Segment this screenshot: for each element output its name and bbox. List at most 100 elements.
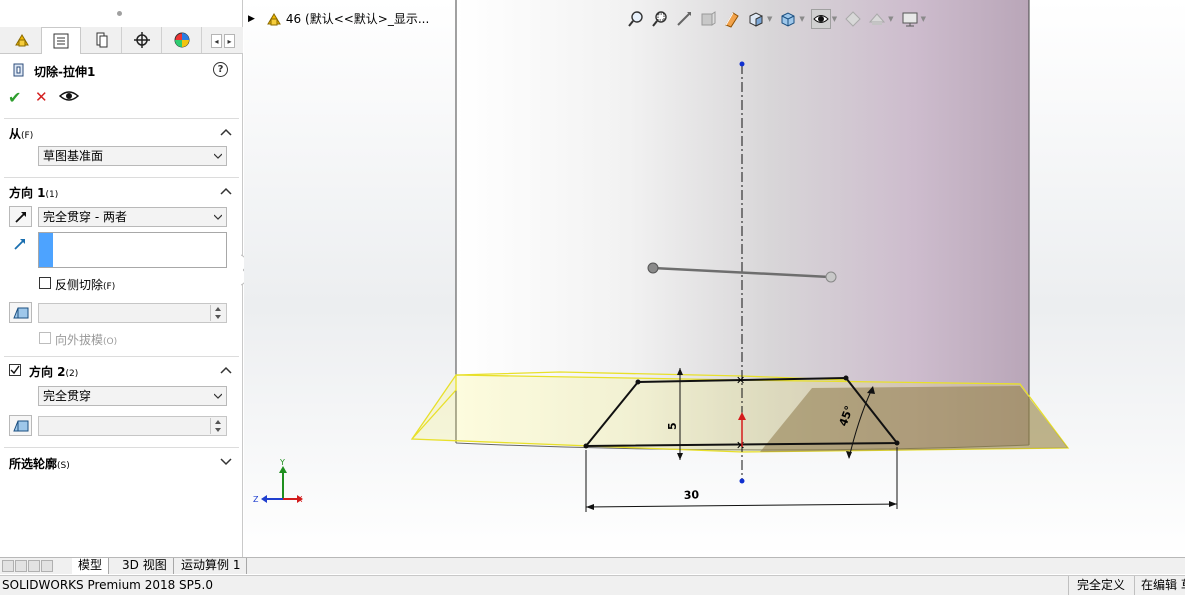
section-direction2-shortcut: (2) <box>65 369 79 379</box>
dimxpert-icon <box>133 32 150 48</box>
expand-arrow-icon[interactable]: ▶ <box>248 14 255 24</box>
tab-model[interactable]: 模型 <box>72 558 110 574</box>
tab-motion-study-1[interactable]: 运动算例 1 <box>175 558 248 574</box>
zoom-to-area-icon[interactable] <box>650 9 670 29</box>
draft2-angle-spinbox[interactable] <box>38 416 227 436</box>
last-tab-arrow[interactable] <box>41 560 53 572</box>
editing-mode-status[interactable]: 在编辑 草图 <box>1134 576 1185 595</box>
ok-check-icon[interactable]: ✔ <box>8 88 21 107</box>
section-from-header[interactable]: 从(F) <box>9 125 33 142</box>
dimension-height-label[interactable]: 5 <box>666 422 679 430</box>
tab-3d-view[interactable]: 3D 视图 <box>116 558 174 574</box>
zoom-to-fit-icon[interactable] <box>626 9 646 29</box>
first-tab-arrow[interactable] <box>2 560 14 572</box>
part-name-breadcrumb: 46 (默认<<默认>_显示... <box>285 12 430 26</box>
tab-scroll-right[interactable]: ▸ <box>224 34 235 48</box>
collapse-direction1-chevron-up-icon[interactable] <box>220 187 232 195</box>
spin-arrows[interactable] <box>210 305 225 321</box>
triad-x-label: X <box>297 495 303 504</box>
expand-contours-chevron-down-icon[interactable] <box>220 458 232 466</box>
tab-feature-manager[interactable] <box>2 27 42 53</box>
previous-view-icon[interactable] <box>674 9 694 29</box>
section-from-shortcut: (F) <box>21 131 34 141</box>
section-divider <box>4 177 239 178</box>
draft-angle-spinbox[interactable] <box>38 303 227 323</box>
section-view-icon[interactable] <box>698 9 718 29</box>
tab-property-manager[interactable] <box>41 27 81 54</box>
feature-title: 切除-拉伸1 <box>34 65 96 79</box>
section-direction2-header[interactable]: 方向 2(2) <box>29 363 78 380</box>
apply-scene-icon[interactable] <box>867 9 887 29</box>
direction2-end-condition-select[interactable]: 完全贯穿 <box>38 386 227 406</box>
tab-scroll-left[interactable]: ◂ <box>211 34 222 48</box>
section-contours-header[interactable]: 所选轮廓(S) <box>9 455 70 472</box>
spin-arrows[interactable] <box>210 418 225 434</box>
selection-active-indicator <box>39 233 53 267</box>
dimension-width-label[interactable]: 30 <box>683 488 699 502</box>
dynamic-annotation-icon[interactable] <box>722 9 742 29</box>
view-settings-monitor-icon[interactable] <box>900 9 920 29</box>
detailed-preview-eye-icon[interactable] <box>58 88 80 107</box>
chevron-down-icon[interactable]: ▼ <box>888 15 893 23</box>
product-version-text: SOLIDWORKS Premium 2018 SP5.0 <box>2 578 213 592</box>
section-direction1-header[interactable]: 方向 1(1) <box>9 184 58 201</box>
view-orientation-icon[interactable] <box>746 9 766 29</box>
draft-outward-checkbox[interactable] <box>39 332 51 344</box>
sketch-definition-status: 完全定义 <box>1068 576 1125 595</box>
collapse-direction2-chevron-up-icon[interactable] <box>220 366 232 374</box>
section-divider <box>4 356 239 357</box>
tab-display-manager[interactable] <box>162 27 202 53</box>
model-viewport[interactable]: ✕ ✕ 5 30 45° Y Z X <box>244 0 1185 557</box>
property-manager-icon <box>53 33 69 49</box>
edit-appearance-icon[interactable] <box>843 9 863 29</box>
chevron-down-icon <box>214 393 222 399</box>
chevron-down-icon[interactable]: ▼ <box>767 15 772 23</box>
chevron-down-icon[interactable]: ▼ <box>799 15 804 23</box>
model-tabs-bar: 模型 3D 视图 运动算例 1 <box>0 557 1185 574</box>
tab-configuration-manager[interactable] <box>82 27 122 53</box>
display-manager-icon <box>174 32 189 48</box>
centerline-endpoint-top[interactable] <box>739 61 745 67</box>
hide-show-items-icon[interactable] <box>810 9 831 29</box>
direction-selection-field[interactable] <box>38 232 227 268</box>
solidworks-window: ◂ ▸ 切除-拉伸1 ? ✔ ✕ 从(F) 草图基准面 方向 1(1) 完全贯穿… <box>0 0 1185 595</box>
draft-icon <box>12 307 28 318</box>
collapse-from-chevron-up-icon[interactable] <box>220 128 232 136</box>
from-start-condition-select[interactable]: 草图基准面 <box>38 146 227 166</box>
manager-tabs: ◂ ▸ <box>0 27 243 54</box>
from-start-condition-value: 草图基准面 <box>43 149 104 163</box>
draft-outward-shortcut: (O) <box>103 337 118 347</box>
flip-side-text: 反侧切除 <box>55 278 104 292</box>
property-manager-panel: ◂ ▸ 切除-拉伸1 ? ✔ ✕ 从(F) 草图基准面 方向 1(1) 完全贯穿… <box>0 0 243 557</box>
chevron-down-icon[interactable]: ▼ <box>832 15 837 23</box>
tab-dimxpert-manager[interactable] <box>122 27 162 53</box>
feature-manager-icon <box>14 34 29 47</box>
tab-navigation-arrows <box>2 560 53 573</box>
direction-vector-icon <box>13 237 27 254</box>
direction1-end-condition-select[interactable]: 完全贯穿 - 两者 <box>38 207 227 227</box>
help-icon[interactable]: ? <box>213 62 228 77</box>
display-style-icon[interactable] <box>778 9 798 29</box>
chevron-down-icon <box>214 214 222 220</box>
chevron-down-icon[interactable]: ▼ <box>921 15 926 23</box>
status-bar: SOLIDWORKS Premium 2018 SP5.0 完全定义 在编辑 草… <box>0 575 1185 595</box>
previous-tab-arrow[interactable] <box>15 560 27 572</box>
centerline-endpoint-bottom[interactable] <box>739 478 745 484</box>
extruded-cut-icon <box>11 62 27 81</box>
reverse-direction-button[interactable] <box>9 206 32 227</box>
graphics-area[interactable]: ✕ ✕ 5 30 45° Y Z X <box>244 0 1185 557</box>
draft-toggle-button[interactable] <box>9 302 32 323</box>
part-icon <box>267 12 281 25</box>
section-direction1-shortcut: (1) <box>45 190 59 200</box>
triad-z-label: Z <box>253 495 259 504</box>
next-tab-arrow[interactable] <box>28 560 40 572</box>
draft2-toggle-button[interactable] <box>9 415 32 436</box>
cancel-x-icon[interactable]: ✕ <box>35 88 48 106</box>
direction2-checkbox[interactable] <box>9 364 21 376</box>
section-contours-label: 所选轮廓 <box>9 457 58 471</box>
flyout-feature-tree[interactable]: ▶ 46 (默认<<默认>_显示... <box>248 10 429 27</box>
configuration-manager-icon <box>96 32 107 48</box>
flip-side-checkbox[interactable] <box>39 277 51 289</box>
direction2-end-condition-value: 完全贯穿 <box>43 389 92 403</box>
panel-grip[interactable] <box>117 11 122 16</box>
